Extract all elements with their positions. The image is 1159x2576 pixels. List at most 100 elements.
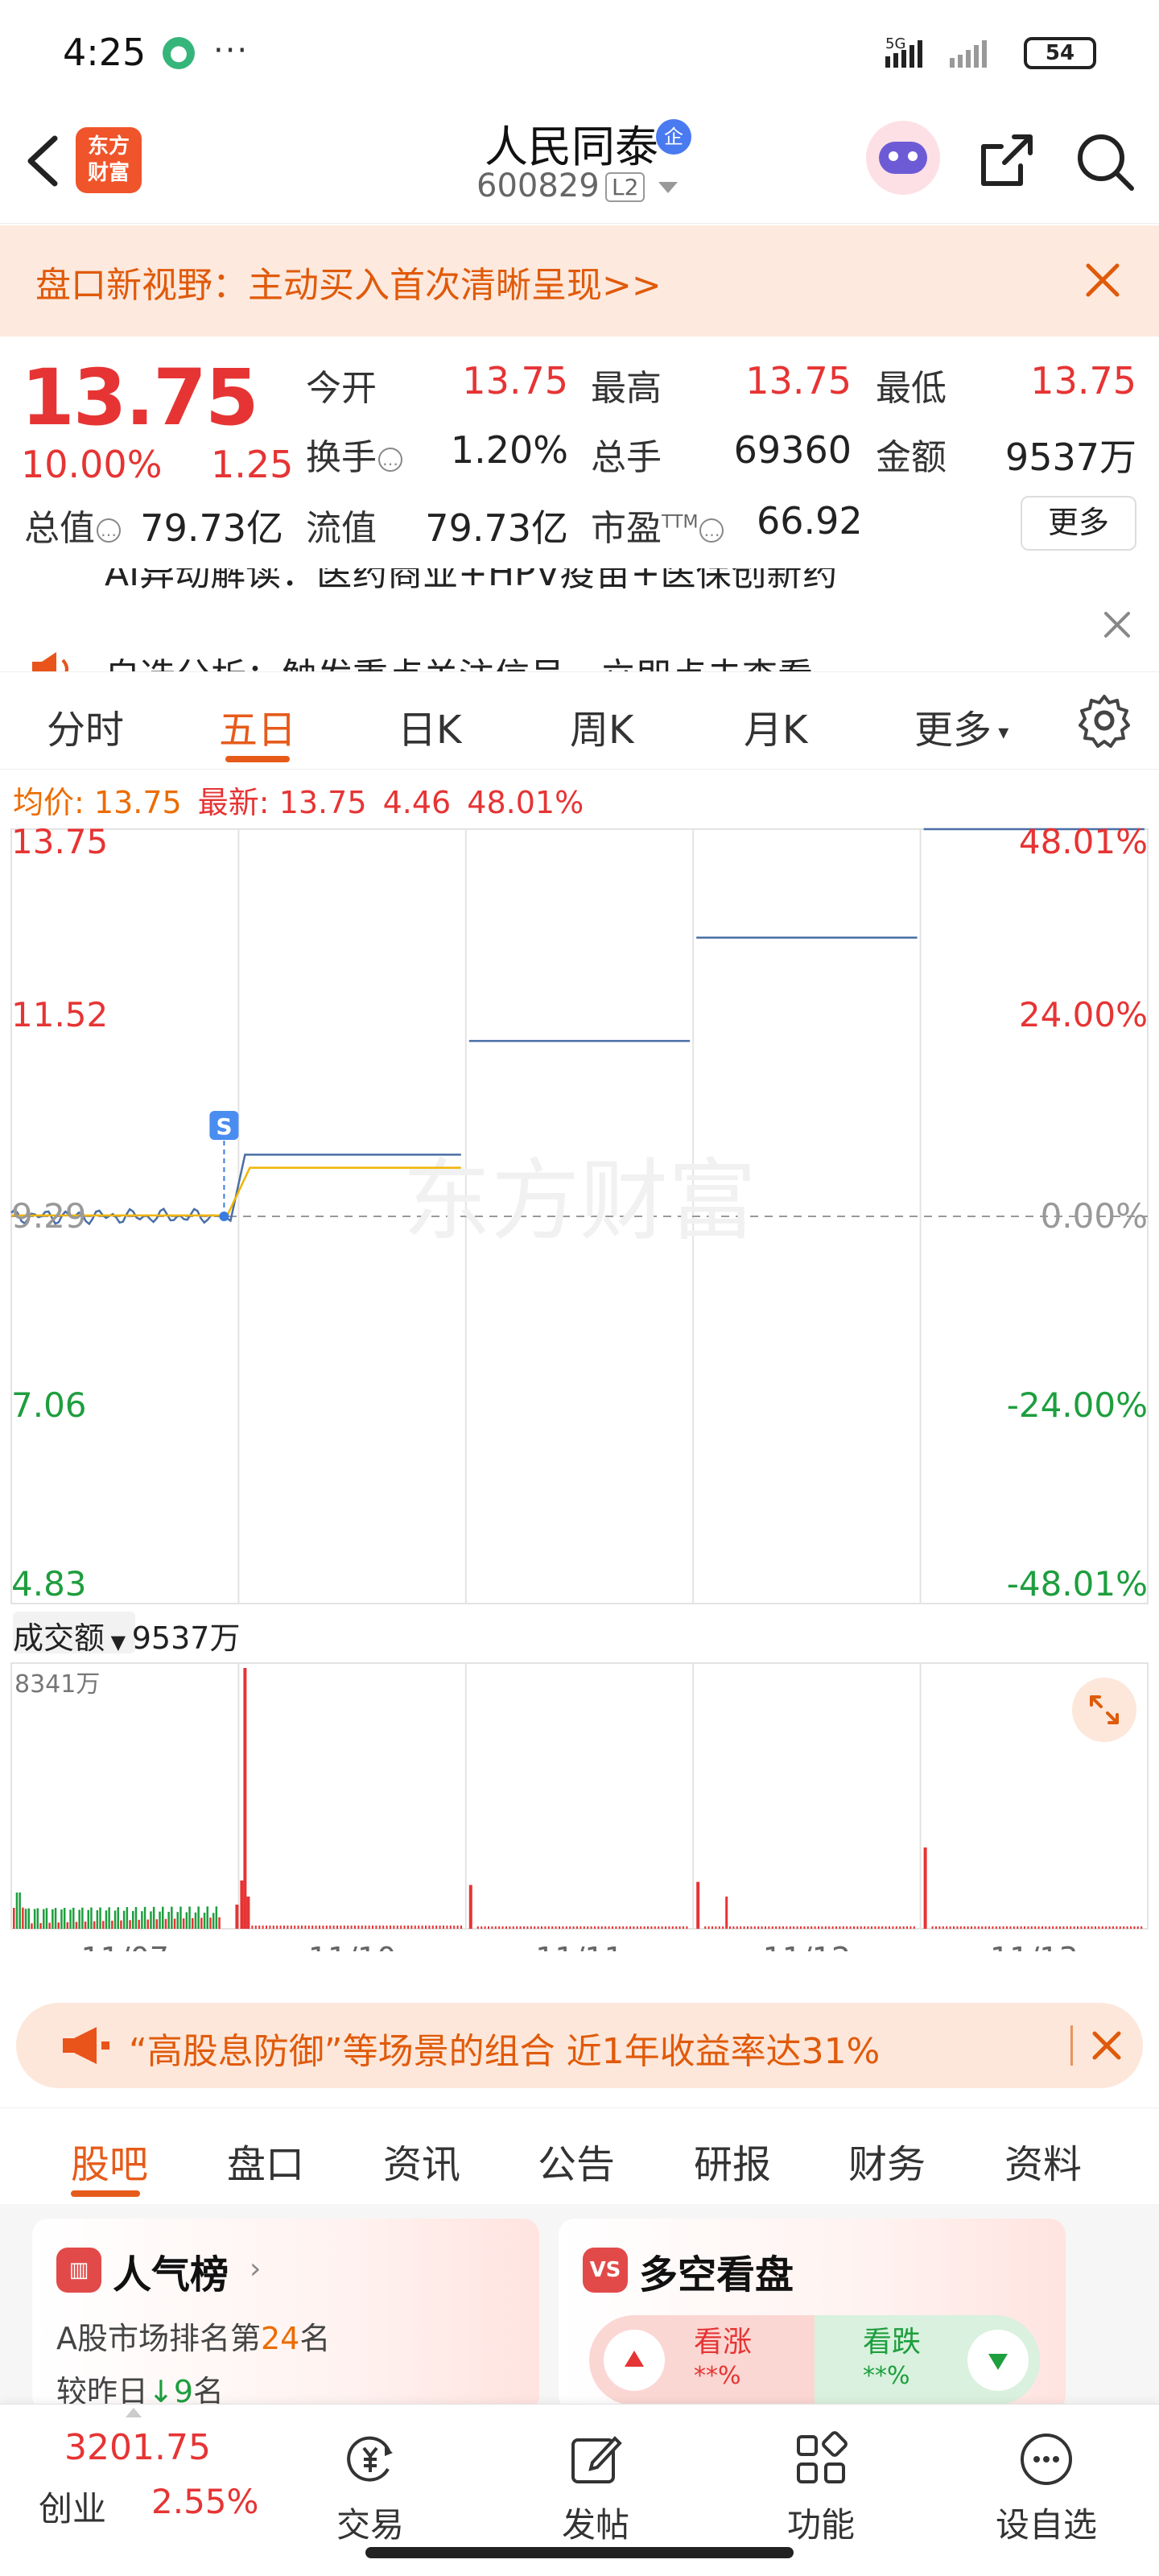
volume-bar [240, 1880, 244, 1929]
volume-bar [197, 1906, 200, 1929]
caret-up-icon [126, 2408, 142, 2417]
close-icon[interactable] [1099, 607, 1135, 642]
info-icon[interactable]: … [97, 518, 121, 543]
volume-bar [683, 1926, 684, 1929]
more-quote-button[interactable]: 更多 [1021, 496, 1136, 551]
watchlist-notice-text[interactable]: 自选分析：触发重点关注信号，立即点击查看 [105, 647, 813, 671]
status-time: 4:25 [63, 31, 146, 74]
yuan-cycle-icon [347, 2436, 393, 2482]
vote-up-button[interactable] [604, 2330, 665, 2391]
index-percent[interactable]: 2.55% [151, 2482, 258, 2521]
index-name[interactable]: 创业 [39, 2482, 106, 2531]
close-icon[interactable] [1088, 2027, 1125, 2064]
promo-text[interactable]: “高股息防御”等场景的组合 近1年收益率达31% [129, 2022, 880, 2074]
volume-bar [446, 1926, 448, 1929]
tab-announcements[interactable]: 公告 [538, 2132, 615, 2189]
volume-bar [1055, 1926, 1058, 1929]
tab-research[interactable]: 研报 [694, 2132, 771, 2189]
back-arrow-icon[interactable] [16, 129, 72, 193]
volume-bar [134, 1906, 138, 1929]
date-tick-label: 11/13 [990, 1941, 1079, 1951]
volume-bar [686, 1926, 688, 1929]
volume-bar [821, 1926, 823, 1929]
tab-order-book[interactable]: 盘口 [227, 2132, 304, 2189]
share-icon[interactable] [972, 127, 1040, 195]
volume-bar [45, 1908, 48, 1929]
app-notification-icon: ● [163, 37, 195, 69]
volume-bar [378, 1926, 381, 1929]
tab-news[interactable]: 资讯 [383, 2132, 460, 2189]
volume-bar [456, 1926, 459, 1929]
vote-down-button[interactable] [967, 2330, 1029, 2391]
tab-intraday[interactable]: 分时 [47, 698, 124, 754]
content-tabs: 股吧 盘口 资讯 公告 研报 财务 资料 [0, 2107, 1159, 2204]
volume-bar [771, 1926, 773, 1929]
volume-bar [828, 1926, 831, 1929]
nav-trade[interactable]: 交易 [306, 2429, 435, 2547]
open-value: 13.75 [462, 359, 568, 402]
volume-bar [877, 1926, 880, 1929]
volume-bar [283, 1926, 285, 1929]
volume-bar [182, 1918, 185, 1929]
search-icon[interactable] [1070, 127, 1138, 195]
nav-add-watchlist[interactable]: 设自选 [982, 2429, 1111, 2547]
close-icon[interactable] [1079, 256, 1127, 304]
popularity-card[interactable]: ▥ 人气榜 › A股市场排名第24名 较昨日↓9名 [32, 2219, 539, 2412]
pe-value: 66.92 [757, 499, 863, 543]
ai-assistant-icon[interactable] [866, 121, 940, 195]
volume-bar [126, 1907, 129, 1929]
volume-bar [488, 1926, 489, 1929]
nav-functions[interactable]: 功能 [757, 2429, 885, 2547]
volume-bar [509, 1926, 511, 1929]
ai-notice-text[interactable]: AI异动解读：医药商业+HPV疫苗+医保创新药 [105, 568, 838, 596]
info-icon[interactable]: … [378, 448, 402, 472]
active-tab-indicator [225, 756, 290, 762]
volume-bar [612, 1926, 613, 1929]
volume-bar [559, 1926, 560, 1929]
info-icon[interactable]: … [699, 518, 724, 543]
tab-profile[interactable]: 资料 [1004, 2132, 1082, 2189]
volume-bar [343, 1926, 345, 1929]
banner-text[interactable]: 盘口新视野：主动买入首次清晰呈现>> [35, 256, 662, 308]
volume-panel-border [10, 1662, 1149, 1930]
tab-monthly-k[interactable]: 月K [744, 698, 807, 754]
tab-five-day[interactable]: 五日 [219, 698, 296, 754]
volume-bar [835, 1926, 837, 1929]
index-value[interactable]: 3201.75 [64, 2427, 211, 2468]
amount-label: 金额 [876, 437, 947, 478]
stock-code[interactable]: 600829 [476, 167, 600, 204]
volume-bar [22, 1907, 24, 1929]
volume-bar [146, 1919, 149, 1929]
volume-bar [54, 1908, 57, 1929]
volume-bar [963, 1926, 966, 1929]
tab-financials[interactable]: 财务 [848, 2132, 926, 2189]
five-day-chart[interactable]: 东方财富 S 13.75 11.52 9.29 7.06 4.83 48.01% 24.0… [0, 824, 1159, 1951]
signal-marker-label: S [216, 1113, 232, 1140]
volume-bar [707, 1926, 710, 1929]
caret-down-icon[interactable] [658, 182, 678, 193]
tab-daily-k[interactable]: 日K [398, 698, 461, 754]
volume-bar [786, 1926, 788, 1929]
bull-bear-card[interactable]: VS 多空看盘 看涨 **% 看跌 **% [559, 2219, 1066, 2412]
chevron-right-icon: › [250, 2252, 262, 2285]
volume-bar [782, 1926, 784, 1929]
left-tick-label: 9.29 [11, 1196, 87, 1236]
promo-banner[interactable]: “高股息防御”等场景的组合 近1年收益率达31% [16, 2003, 1143, 2088]
nav-post[interactable]: 发帖 [531, 2429, 660, 2547]
volume-bar [803, 1926, 806, 1929]
gear-icon[interactable] [1074, 690, 1135, 751]
level2-badge[interactable]: L2 [605, 172, 645, 202]
notice-area[interactable]: AI异动解读：医药商业+HPV疫苗+医保创新药 自选分析：触发重点关注信号，立即… [0, 568, 1159, 671]
volume-bar [871, 1926, 872, 1929]
tab-guba[interactable]: 股吧 [71, 2132, 148, 2189]
stock-name: 人民同泰 [485, 122, 658, 172]
tab-more-periods[interactable]: 更多 ▾ [914, 698, 1008, 754]
tab-weekly-k[interactable]: 周K [570, 698, 633, 754]
volume-bar [113, 1910, 117, 1929]
low-value: 13.75 [1030, 359, 1136, 402]
feature-banner[interactable]: 盘口新视野：主动买入首次清晰呈现>> [0, 225, 1159, 336]
turnover-value: 1.20% [450, 428, 568, 472]
left-axis-ticks: 13.75 11.52 9.29 7.06 4.83 [11, 824, 108, 1604]
more-dots-icon [1021, 2434, 1072, 2485]
app-logo[interactable]: 东方 财富 [76, 127, 142, 193]
